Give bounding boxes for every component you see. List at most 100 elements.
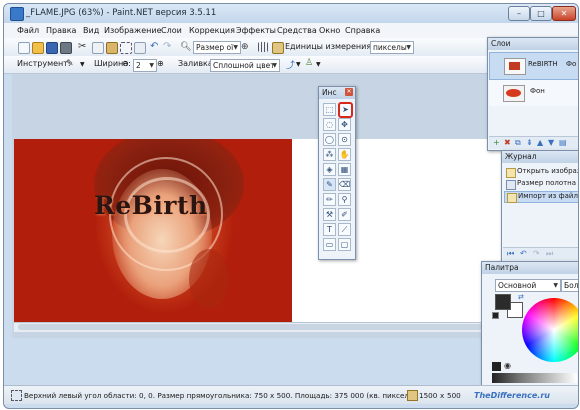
color-wheel[interactable] (522, 298, 578, 362)
layer-visibility[interactable]: Фон (530, 87, 545, 95)
layers-panel-title[interactable]: Слои (488, 38, 578, 50)
image-shadow (189, 249, 229, 309)
image-canvas[interactable]: ReBirth (14, 139, 292, 322)
layer-row[interactable]: ReBIRTH Фо (489, 52, 578, 80)
move-layer-down-icon[interactable]: ▼ (548, 138, 554, 147)
eraser-tool-icon[interactable]: ⌫ (338, 178, 351, 191)
move-selection-tool-icon[interactable]: ➤ (338, 102, 353, 118)
units-dropdown[interactable]: пикселы ▼ (370, 41, 414, 54)
menu-image[interactable]: Изображение (104, 26, 162, 35)
bucket-tool-icon[interactable]: ◈ (323, 163, 336, 176)
new-file-icon[interactable] (18, 42, 30, 54)
copy-icon[interactable] (92, 42, 104, 54)
undo-step-icon[interactable]: ↶ (520, 249, 527, 258)
units-label: Единицы измерения: (285, 42, 374, 51)
print-icon[interactable] (60, 42, 72, 54)
minimize-button[interactable]: – (508, 6, 530, 21)
menu-help[interactable]: Справка (345, 26, 380, 35)
selection-icon (11, 390, 22, 401)
file-open-icon (506, 168, 516, 178)
palette-panel-title[interactable]: Палитра (482, 262, 578, 274)
layer-properties-icon[interactable]: ▤ (559, 138, 567, 147)
gradient-tool-icon[interactable]: ▦ (338, 163, 351, 176)
recolor-tool-icon[interactable]: ✐ (338, 208, 351, 221)
chevron-down-icon[interactable]: ▼ (80, 61, 85, 68)
tools-panel-close-button[interactable]: ✕ (345, 88, 353, 96)
menu-adjustments[interactable]: Коррекция (189, 26, 235, 35)
merge-layer-icon[interactable]: ⇟ (526, 138, 533, 147)
zoom-icon[interactable]: 🔍︎ (180, 42, 191, 52)
pencil-tool-icon[interactable]: ✏ (323, 193, 336, 206)
palette-more-button[interactable]: Больше >> (561, 279, 578, 292)
plus-icon[interactable]: ⊕ (157, 59, 164, 68)
horizontal-scrollbar[interactable] (14, 322, 502, 332)
menu-view[interactable]: Вид (83, 26, 99, 35)
title-bar[interactable]: _FLAME.JPG (63%) - Paint.NET версия 3.5.… (4, 4, 578, 23)
menu-edit[interactable]: Правка (46, 26, 76, 35)
close-button[interactable]: ✕ (552, 6, 576, 21)
brush-tool-icon[interactable]: ✎ (66, 59, 76, 69)
rounded-rect-tool-icon[interactable]: ▢ (338, 238, 351, 251)
width-input[interactable]: 2 ▼ (133, 59, 157, 72)
scrollbar-thumb[interactable] (18, 324, 498, 330)
rewind-icon[interactable]: ⏮ (507, 249, 514, 259)
paste-icon[interactable] (106, 42, 118, 54)
ruler-icon[interactable] (272, 42, 284, 54)
black-swatch[interactable] (492, 362, 501, 371)
lasso-tool-icon[interactable]: ◌ (323, 118, 336, 131)
menu-layers[interactable]: Слои (161, 26, 182, 35)
redo-icon[interactable]: ↷ (163, 42, 173, 52)
zoom-dropdown[interactable]: Размер ої ▼ (193, 41, 241, 54)
chevron-down-icon[interactable]: ▼ (296, 61, 301, 68)
chevron-down-icon[interactable]: ▼ (316, 61, 321, 68)
color-picker-tool-icon[interactable]: ⚲ (338, 193, 351, 206)
crop-icon[interactable] (120, 42, 132, 54)
open-folder-icon[interactable] (32, 42, 44, 54)
magic-wand-tool-icon[interactable]: ⁂ (323, 148, 336, 161)
move-layer-up-icon[interactable]: ▲ (537, 138, 543, 147)
delete-layer-icon[interactable]: ✖ (504, 138, 511, 147)
zoom-in-icon[interactable]: ⊕ (241, 42, 251, 52)
layer-row[interactable]: Фон (489, 80, 578, 106)
history-item-selected[interactable]: Импорт из файла (504, 191, 578, 203)
text-tool-icon[interactable]: T (323, 223, 336, 236)
paintbrush-tool-icon[interactable]: ✎ (323, 178, 336, 191)
fill-dropdown[interactable]: Сплошной цвет ▼ (210, 59, 280, 72)
blend-mode-icon[interactable]: ♙ (305, 58, 313, 68)
ellipse-select-tool-icon[interactable]: ◯ (323, 133, 336, 146)
duplicate-layer-icon[interactable]: ⧉ (515, 138, 521, 148)
pan-tool-icon[interactable]: ✋ (338, 148, 351, 161)
cut-icon[interactable]: ✂ (78, 42, 88, 52)
line-tool-icon[interactable]: ⟋ (338, 223, 351, 236)
move-tool-icon[interactable]: ✥ (338, 118, 351, 131)
primary-color-swatch[interactable] (495, 294, 511, 310)
layer-visibility[interactable]: Фо (566, 60, 576, 68)
palette-mode-dropdown[interactable]: Основной ▼ (495, 279, 561, 292)
save-icon[interactable] (46, 42, 58, 54)
chevron-down-icon: ▼ (406, 44, 411, 51)
menu-window[interactable]: Окно (319, 26, 340, 35)
undo-icon[interactable]: ↶ (150, 42, 160, 52)
deselect-icon[interactable] (134, 42, 146, 54)
window-title: _FLAME.JPG (63%) - Paint.NET версия 3.5.… (26, 8, 217, 18)
reset-colors-icon[interactable] (492, 312, 499, 319)
minus-icon[interactable]: ⊖ (122, 59, 129, 68)
add-layer-icon[interactable]: + (493, 138, 500, 147)
antialias-icon[interactable]: ⤴ (286, 58, 295, 71)
rect-select-tool-icon[interactable]: ⬚ (323, 103, 336, 116)
menu-tools[interactable]: Средства (277, 26, 317, 35)
fast-forward-icon[interactable]: ⏭ (546, 249, 553, 259)
palette-strip[interactable] (492, 373, 577, 383)
maximize-button[interactable]: □ (530, 6, 552, 21)
history-panel-title[interactable]: Журнал (502, 151, 578, 163)
image-size-icon (407, 390, 418, 401)
zoom-tool-icon[interactable]: ⊙ (338, 133, 351, 146)
menu-effects[interactable]: Эффекты (236, 26, 276, 35)
menu-file[interactable]: Файл (17, 26, 39, 35)
redo-step-icon[interactable]: ↷ (533, 249, 540, 258)
eyedropper-icon[interactable]: ◉ (504, 361, 511, 370)
rectangle-tool-icon[interactable]: ▭ (323, 238, 336, 251)
grid-icon[interactable] (258, 42, 268, 52)
swap-colors-icon[interactable]: ⇄ (518, 293, 524, 301)
clone-stamp-tool-icon[interactable]: ⚒ (323, 208, 336, 221)
